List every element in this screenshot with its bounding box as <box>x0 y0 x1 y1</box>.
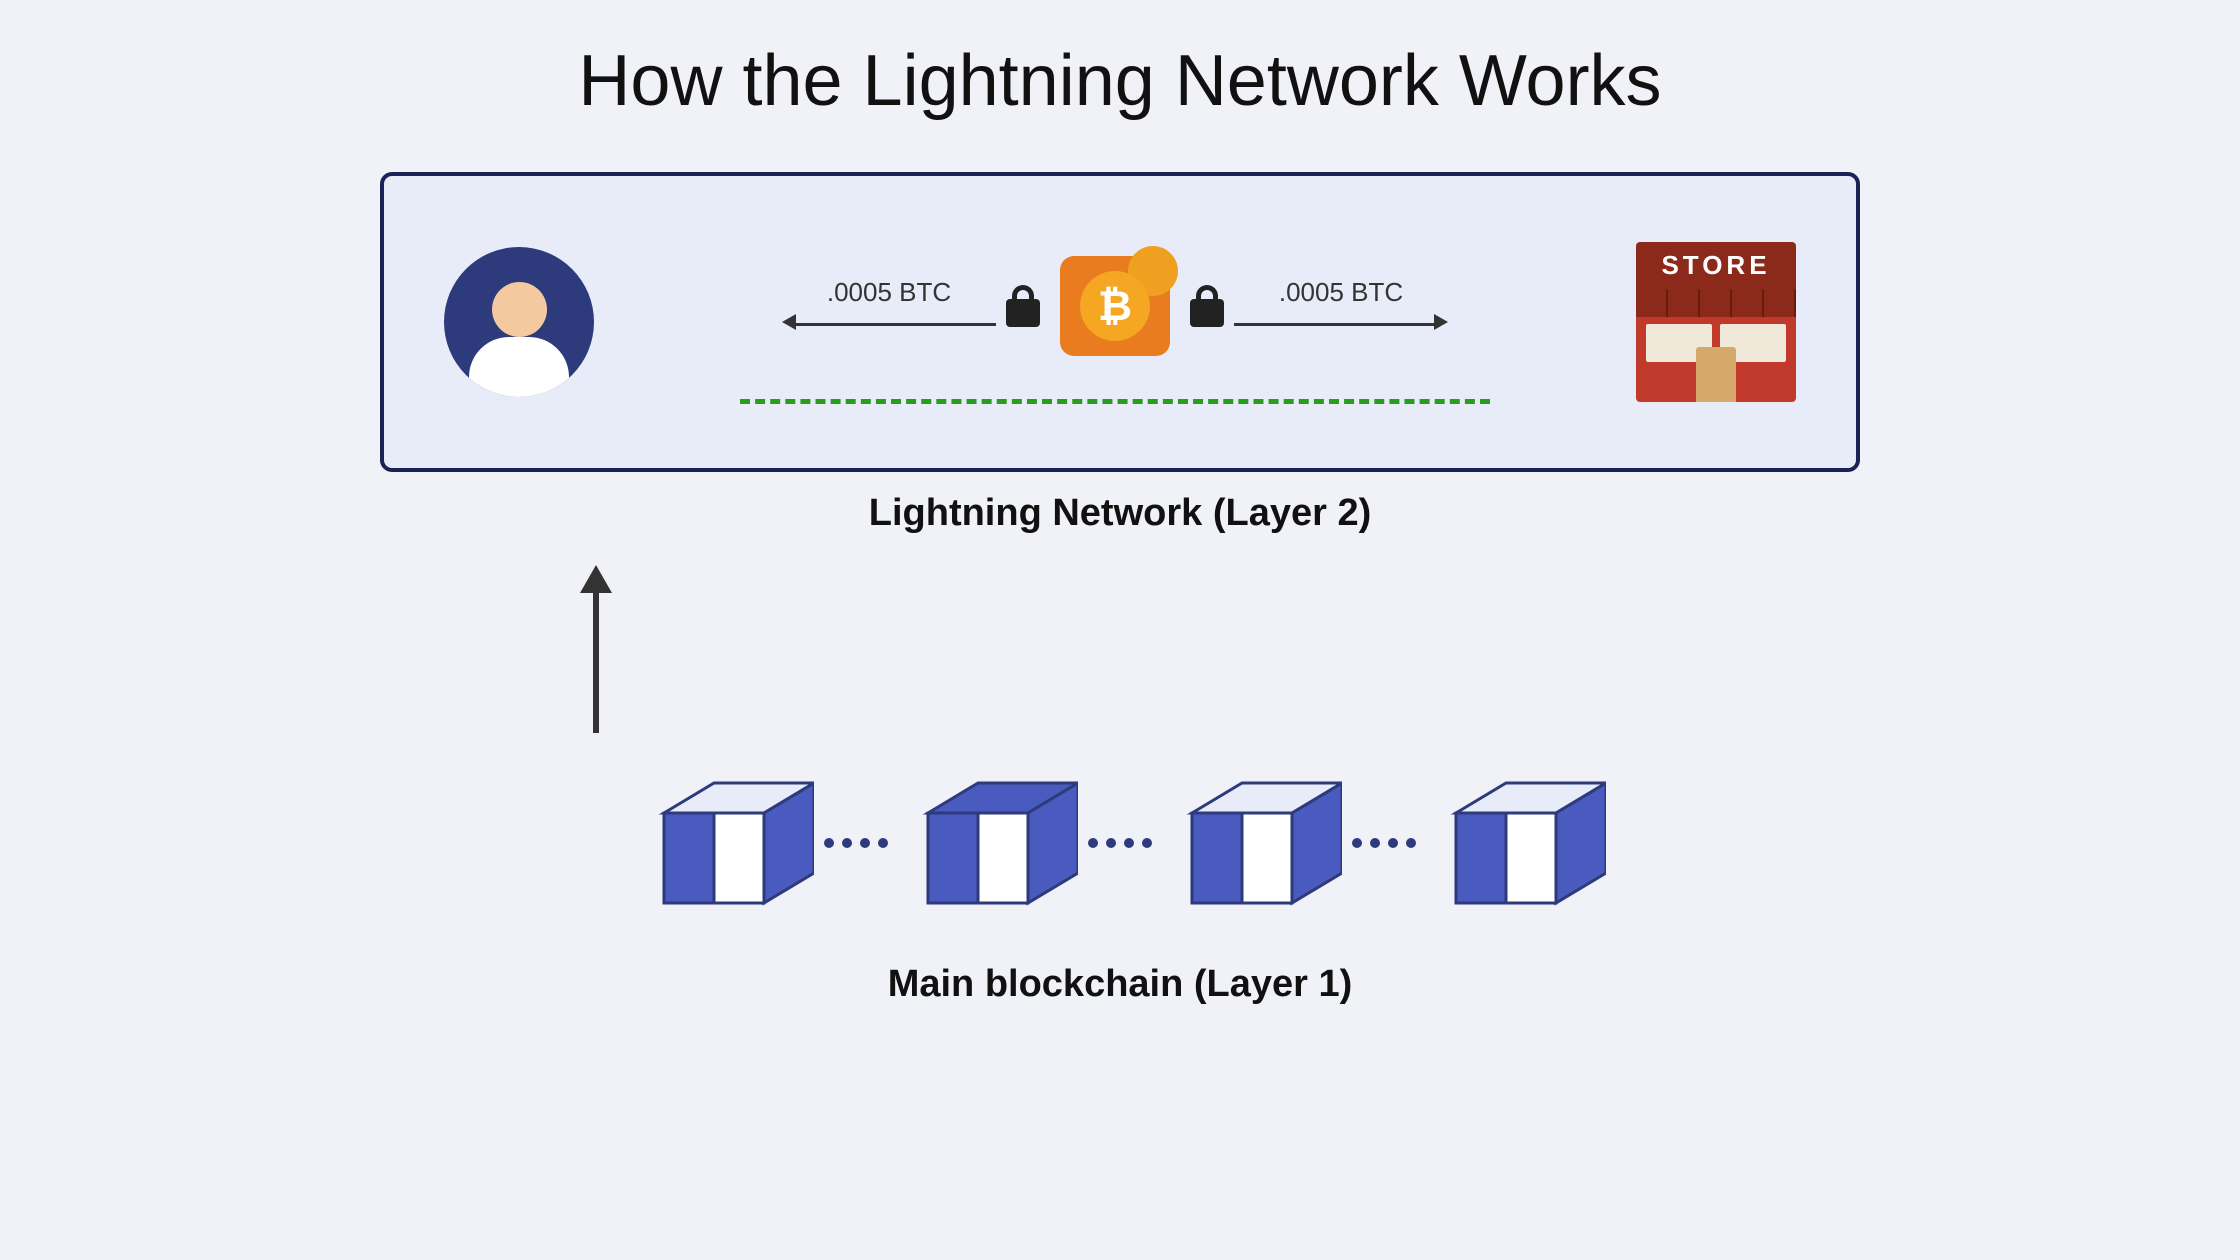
lightning-network-box: .0005 BTC ₿ <box>380 172 1860 472</box>
awning-stripe-1 <box>1636 289 1668 317</box>
wallet-bg: ₿ <box>1060 256 1170 356</box>
dot <box>842 838 852 848</box>
awning-stripe-2 <box>1668 289 1700 317</box>
cube-svg-3 <box>1162 753 1342 933</box>
dot-line-2 <box>1088 838 1152 848</box>
store-container: STORE <box>1636 242 1796 402</box>
lightning-network-label: Lightning Network (Layer 2) <box>869 492 1371 535</box>
store-sign: STORE <box>1636 242 1796 289</box>
blocks-row <box>634 753 1606 933</box>
left-arrow-group: .0005 BTC <box>782 277 996 335</box>
up-arrow-container <box>380 565 1860 733</box>
lock-body-left <box>1006 299 1040 327</box>
blockchain-section: Main blockchain (Layer 1) <box>634 753 1606 1006</box>
awning-stripe-3 <box>1700 289 1732 317</box>
left-lock-icon <box>1006 285 1040 327</box>
dot <box>1388 838 1398 848</box>
dot <box>1088 838 1098 848</box>
avatar-head <box>492 282 547 337</box>
up-arrow <box>580 565 612 733</box>
dot-line-3 <box>1352 838 1416 848</box>
awning-stripe-5 <box>1764 289 1796 317</box>
left-double-arrow <box>782 314 996 335</box>
page-title: How the Lightning Network Works <box>578 40 1661 122</box>
cube-svg-1 <box>634 753 814 933</box>
up-arrow-head <box>580 565 612 593</box>
avatar-body <box>469 282 569 397</box>
up-arrow-shaft <box>593 593 599 733</box>
blockchain-label: Main blockchain (Layer 1) <box>888 963 1353 1006</box>
dot <box>1352 838 1362 848</box>
dot <box>824 838 834 848</box>
right-double-arrow <box>1234 314 1448 335</box>
right-btc-label: .0005 BTC <box>1279 277 1403 308</box>
dot <box>878 838 888 848</box>
left-btc-label: .0005 BTC <box>827 277 951 308</box>
cube-svg-2 <box>898 753 1078 933</box>
dot <box>1106 838 1116 848</box>
bitcoin-coin: ₿ <box>1080 271 1150 341</box>
store-building: STORE <box>1636 242 1796 402</box>
dot <box>1370 838 1380 848</box>
middle-section: .0005 BTC ₿ <box>594 241 1636 404</box>
dashed-green-line <box>740 399 1490 404</box>
store-door <box>1696 347 1736 402</box>
block-1 <box>634 753 814 933</box>
dot <box>1406 838 1416 848</box>
arrows-row: .0005 BTC ₿ <box>594 241 1636 371</box>
store-awning <box>1636 289 1796 317</box>
right-arrowhead <box>1434 314 1448 335</box>
dot <box>1142 838 1152 848</box>
block-4 <box>1426 753 1606 933</box>
right-arrow-group: .0005 BTC <box>1234 277 1448 335</box>
left-arrow-line <box>796 323 996 326</box>
avatar-torso <box>469 337 569 397</box>
cube-svg-4 <box>1426 753 1606 933</box>
block-3 <box>1162 753 1342 933</box>
dot <box>860 838 870 848</box>
awning-stripe-4 <box>1732 289 1764 317</box>
lock-body-right <box>1190 299 1224 327</box>
left-arrowhead <box>782 314 796 335</box>
person-avatar <box>444 247 594 397</box>
right-lock-icon <box>1190 285 1224 327</box>
right-arrow-line <box>1234 323 1434 326</box>
store-facade <box>1636 289 1796 402</box>
bitcoin-wallet: ₿ <box>1050 241 1180 371</box>
dot <box>1124 838 1134 848</box>
block-2 <box>898 753 1078 933</box>
dot-line-1 <box>824 838 888 848</box>
